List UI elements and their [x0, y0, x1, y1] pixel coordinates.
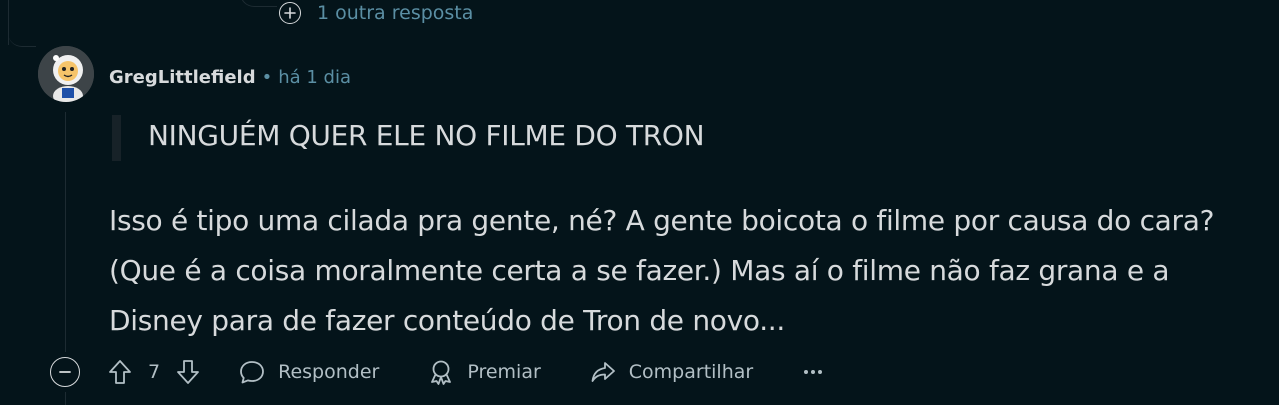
avatar[interactable] — [38, 46, 94, 102]
comment-thread-line[interactable] — [65, 112, 66, 352]
blockquote-text: NINGUÉM QUER ELE NO FILME DO TRON — [148, 119, 705, 152]
minus-circle-icon — [50, 357, 80, 387]
comment-action-bar: 7 Responder Premiar Compartilhar — [50, 352, 825, 392]
award-label: Premiar — [467, 361, 541, 383]
astronaut-avatar-icon — [38, 46, 94, 102]
author-name[interactable]: GregLittlefield — [109, 67, 256, 88]
reply-button[interactable]: Responder — [238, 358, 379, 386]
reply-label: Responder — [278, 361, 380, 383]
comment-body-line: Isso é tipo uma cilada pra gente, né? A … — [109, 204, 1215, 237]
arrow-down-icon — [177, 360, 199, 384]
vote-count: 7 — [148, 361, 161, 383]
more-replies-label: 1 outra resposta — [317, 2, 474, 24]
comment-body-line: Disney para de fazer conteúdo de Tron de… — [109, 304, 786, 337]
collapse-button[interactable] — [50, 357, 80, 387]
more-replies-button[interactable]: 1 outra resposta — [279, 0, 473, 26]
comment-meta: GregLittlefield • há 1 dia — [109, 64, 351, 90]
share-button[interactable]: Compartilhar — [589, 358, 753, 386]
parent-thread-curve — [8, 30, 36, 47]
share-arrow-icon — [591, 362, 615, 382]
more-options-button[interactable] — [801, 360, 825, 384]
share-label: Compartilhar — [628, 361, 754, 383]
reply-connector-curve — [240, 0, 277, 7]
upvote-button[interactable] — [106, 358, 134, 386]
downvote-button[interactable] — [174, 358, 202, 386]
comment-thread: 1 outra resposta GregLittlefield • há 1 … — [0, 0, 1279, 405]
comment-body: Isso é tipo uma cilada pra gente, né? A … — [109, 196, 1259, 346]
speech-bubble-icon — [240, 361, 264, 384]
ellipsis-icon — [804, 370, 823, 374]
award-icon — [431, 360, 452, 385]
meta-separator: • — [261, 66, 273, 88]
award-button[interactable]: Premiar — [427, 358, 541, 386]
plus-circle-icon — [279, 2, 301, 24]
comment-timestamp[interactable]: há 1 dia — [278, 67, 351, 88]
arrow-up-icon — [109, 360, 131, 384]
comment-body-line: (Que é a coisa moralmente certa a se faz… — [109, 254, 1170, 287]
comment-thread-line-lower — [65, 392, 66, 405]
blockquote-bar — [112, 115, 121, 161]
